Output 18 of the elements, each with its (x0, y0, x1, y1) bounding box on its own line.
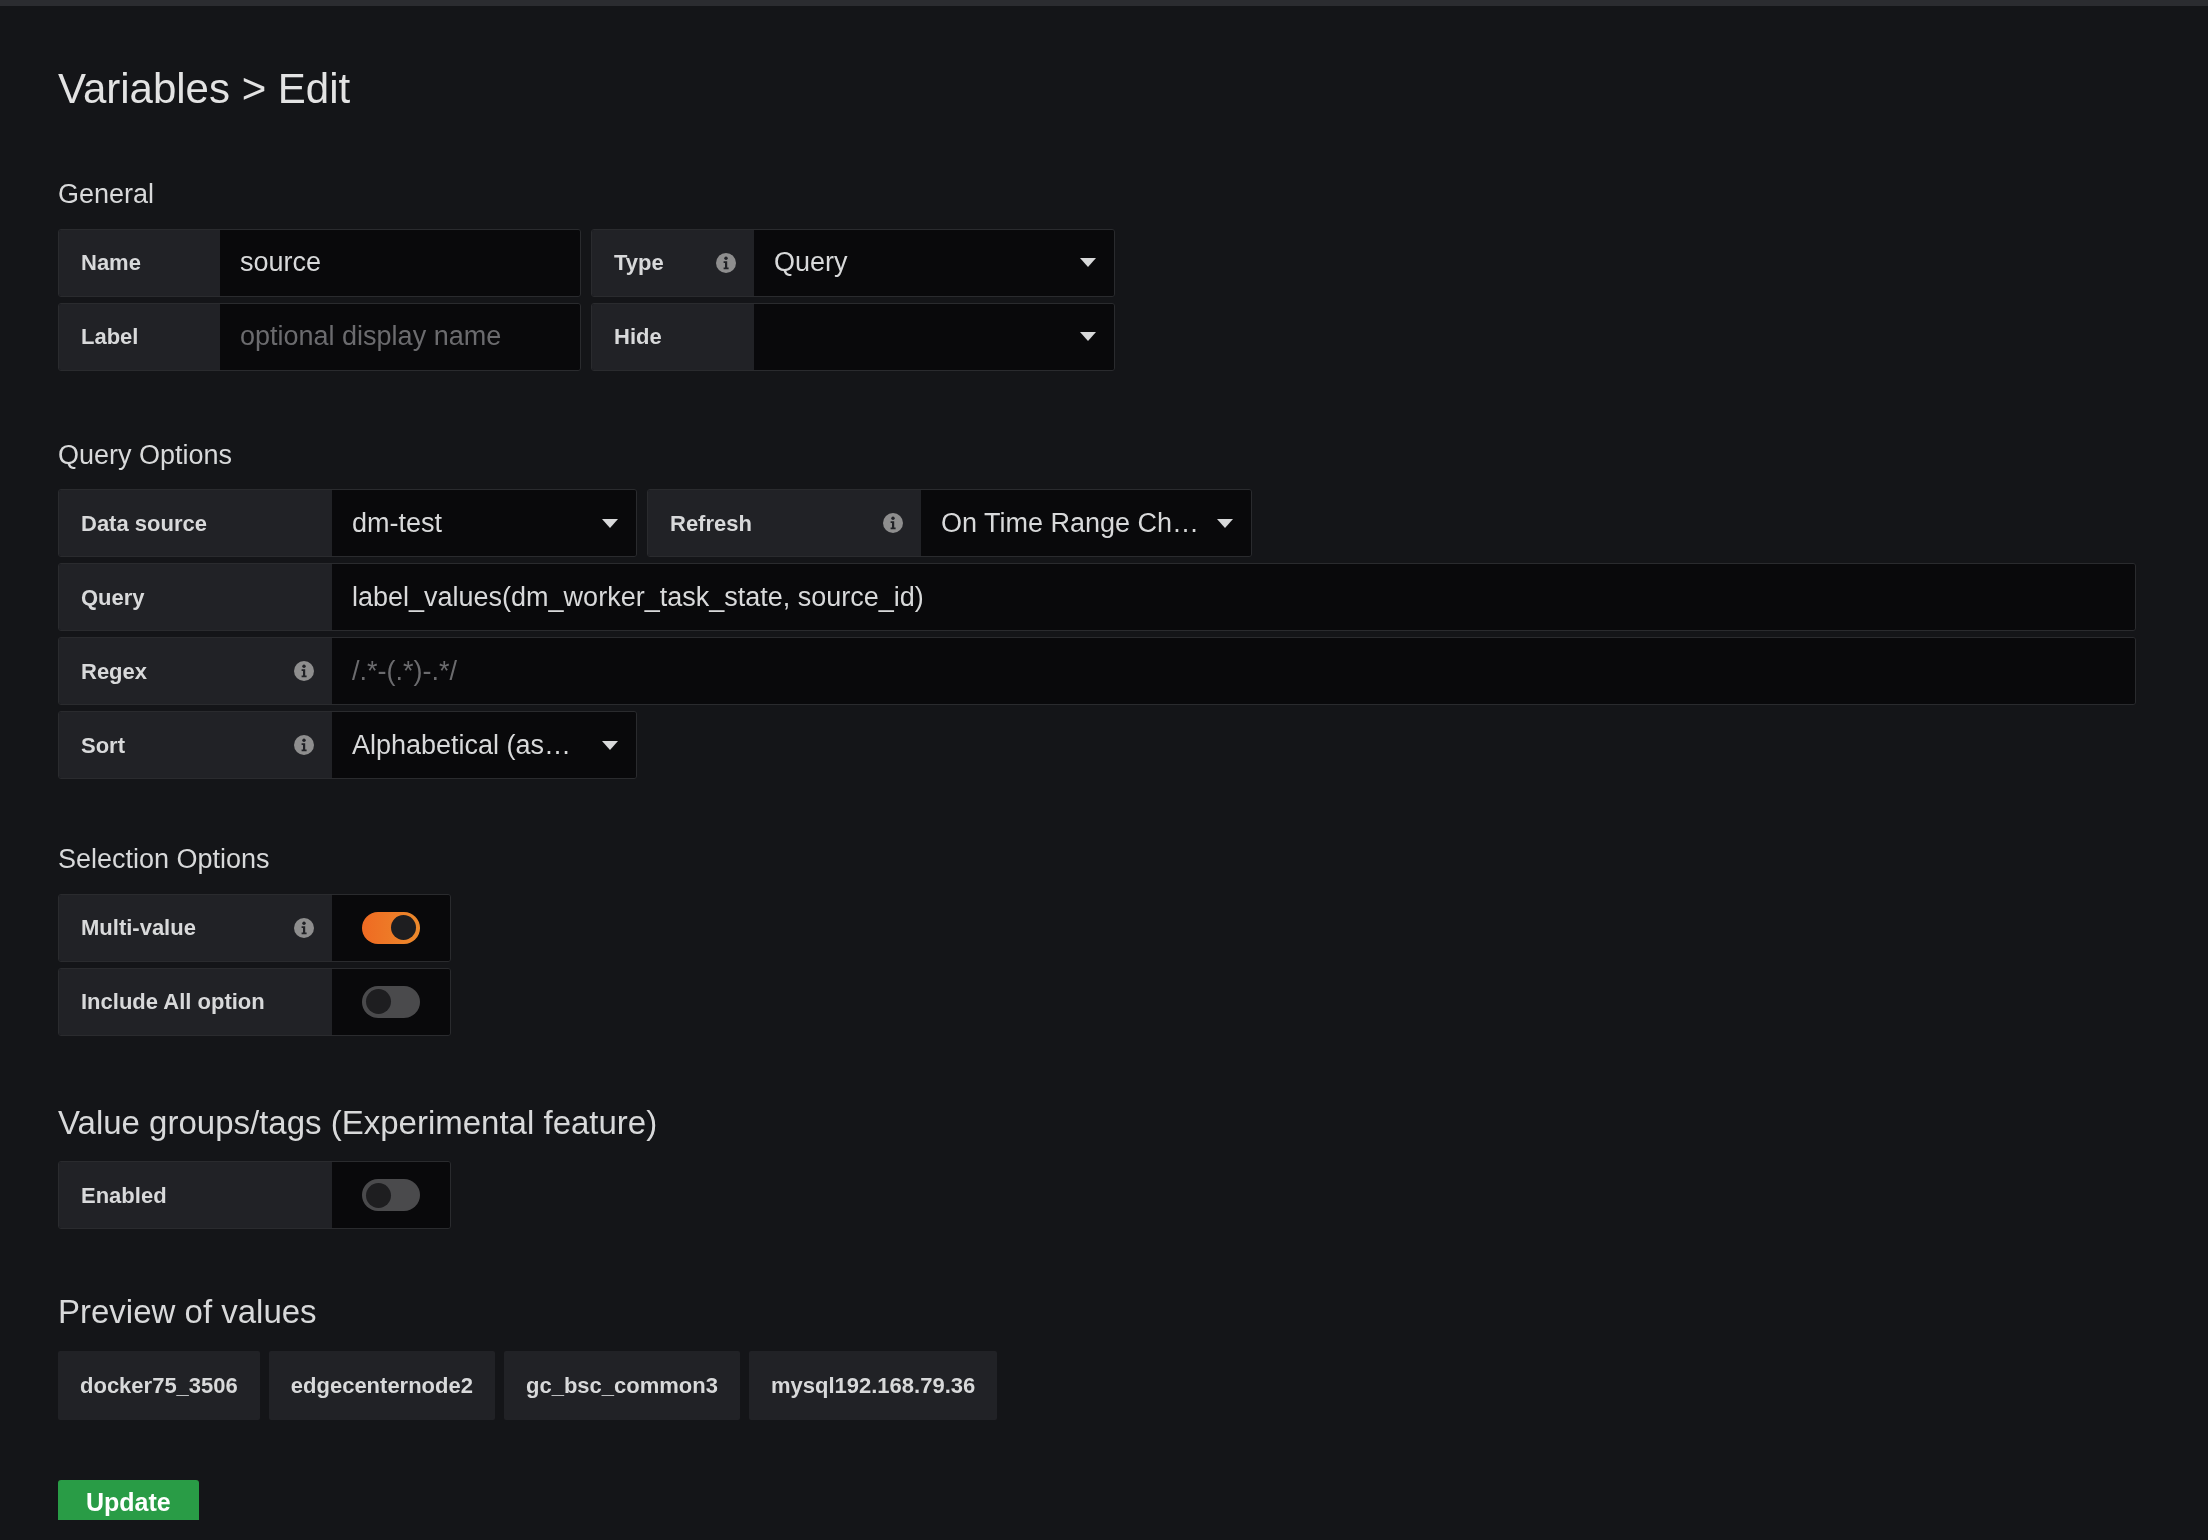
value-chip: edgecenternode2 (268, 1350, 495, 1420)
page-title: Variables > Edit (58, 68, 352, 110)
value-chip: docker75_3506 (58, 1350, 260, 1420)
section-heading: Query Options (58, 438, 234, 472)
value-chip: mysql192.168.79.36 (748, 1350, 998, 1420)
toggle-switch[interactable] (332, 968, 450, 1035)
toggle-switch[interactable] (332, 894, 450, 961)
section-heading: Value groups/tags (Experimental feature) (58, 1102, 659, 1143)
section-heading: Selection Options (58, 843, 271, 876)
value-chip: gc_bsc_common3 (503, 1350, 740, 1420)
update-button[interactable]: Update (58, 1479, 199, 1520)
field-label: Enabled (59, 1162, 332, 1228)
toggle-switch[interactable] (332, 1162, 450, 1228)
field-label: Include All option (59, 968, 332, 1035)
field-label: Multi-value (59, 894, 332, 961)
section-heading: General (58, 178, 156, 211)
info-icon (294, 917, 314, 938)
section-heading: Preview of values (58, 1292, 318, 1332)
